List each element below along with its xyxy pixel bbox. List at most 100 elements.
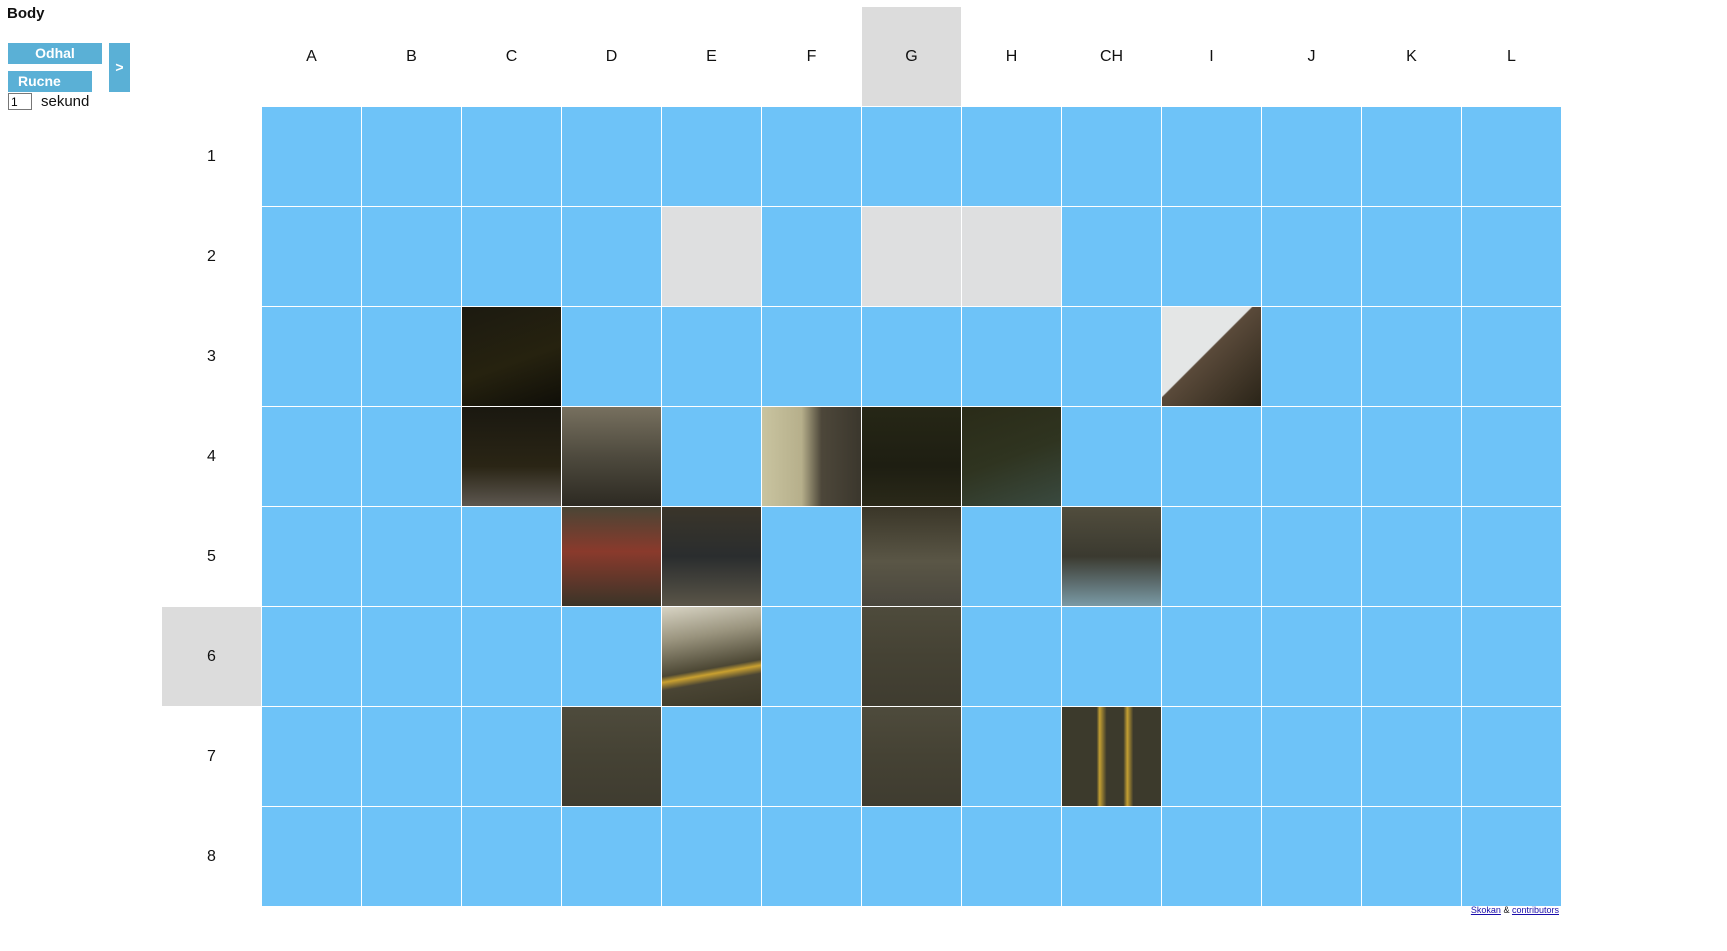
hidden-tile[interactable] — [1262, 507, 1361, 606]
credit-link-skokan[interactable]: Skokan — [1471, 905, 1501, 915]
revealed-tile[interactable] — [562, 407, 661, 506]
hidden-tile[interactable] — [762, 507, 861, 606]
hidden-tile[interactable] — [362, 107, 461, 206]
hidden-tile[interactable] — [462, 107, 561, 206]
hidden-tile[interactable] — [562, 207, 661, 306]
hidden-tile[interactable] — [262, 707, 361, 806]
revealed-tile[interactable] — [562, 507, 661, 606]
seconds-input[interactable] — [8, 93, 32, 110]
hidden-tile[interactable] — [262, 607, 361, 706]
hidden-tile[interactable] — [762, 607, 861, 706]
hidden-tile[interactable] — [962, 607, 1061, 706]
hidden-tile[interactable] — [1362, 407, 1461, 506]
hidden-tile[interactable] — [662, 807, 761, 906]
hidden-tile[interactable] — [1062, 107, 1161, 206]
hidden-tile[interactable] — [662, 107, 761, 206]
hidden-tile[interactable] — [362, 407, 461, 506]
hidden-tile[interactable] — [962, 107, 1061, 206]
hidden-tile[interactable] — [1462, 407, 1561, 506]
hidden-tile[interactable] — [1062, 307, 1161, 406]
hidden-tile[interactable] — [1062, 207, 1161, 306]
next-button[interactable]: > — [109, 43, 130, 92]
hidden-tile[interactable] — [362, 307, 461, 406]
hidden-tile[interactable] — [1462, 807, 1561, 906]
hidden-tile[interactable] — [762, 307, 861, 406]
hidden-tile[interactable] — [762, 707, 861, 806]
hidden-tile[interactable] — [1262, 607, 1361, 706]
revealed-tile[interactable] — [662, 207, 761, 306]
hidden-tile[interactable] — [1162, 207, 1261, 306]
hidden-tile[interactable] — [862, 107, 961, 206]
hidden-tile[interactable] — [562, 307, 661, 406]
hidden-tile[interactable] — [1162, 707, 1261, 806]
hidden-tile[interactable] — [1162, 607, 1261, 706]
hidden-tile[interactable] — [1462, 607, 1561, 706]
hidden-tile[interactable] — [262, 107, 361, 206]
hidden-tile[interactable] — [662, 407, 761, 506]
hidden-tile[interactable] — [1162, 807, 1261, 906]
hidden-tile[interactable] — [862, 307, 961, 406]
hidden-tile[interactable] — [1462, 307, 1561, 406]
hidden-tile[interactable] — [762, 207, 861, 306]
revealed-tile[interactable] — [662, 507, 761, 606]
revealed-tile[interactable] — [562, 707, 661, 806]
hidden-tile[interactable] — [662, 707, 761, 806]
reveal-button[interactable]: Odhal — [8, 43, 102, 64]
hidden-tile[interactable] — [962, 507, 1061, 606]
revealed-tile[interactable] — [462, 407, 561, 506]
hidden-tile[interactable] — [1162, 507, 1261, 606]
hidden-tile[interactable] — [1262, 707, 1361, 806]
manual-button[interactable]: Rucne — [8, 71, 92, 92]
hidden-tile[interactable] — [1362, 307, 1461, 406]
hidden-tile[interactable] — [1362, 807, 1461, 906]
hidden-tile[interactable] — [462, 707, 561, 806]
hidden-tile[interactable] — [962, 807, 1061, 906]
hidden-tile[interactable] — [262, 507, 361, 606]
hidden-tile[interactable] — [1262, 407, 1361, 506]
hidden-tile[interactable] — [1262, 807, 1361, 906]
revealed-tile[interactable] — [1062, 507, 1161, 606]
hidden-tile[interactable] — [1162, 407, 1261, 506]
hidden-tile[interactable] — [1462, 107, 1561, 206]
hidden-tile[interactable] — [1262, 207, 1361, 306]
hidden-tile[interactable] — [262, 407, 361, 506]
hidden-tile[interactable] — [262, 807, 361, 906]
revealed-tile[interactable] — [1062, 707, 1161, 806]
hidden-tile[interactable] — [1262, 107, 1361, 206]
revealed-tile[interactable] — [862, 507, 961, 606]
hidden-tile[interactable] — [562, 607, 661, 706]
hidden-tile[interactable] — [662, 307, 761, 406]
hidden-tile[interactable] — [1362, 107, 1461, 206]
credit-link-contributors[interactable]: contributors — [1512, 905, 1559, 915]
hidden-tile[interactable] — [1362, 607, 1461, 706]
hidden-tile[interactable] — [262, 307, 361, 406]
hidden-tile[interactable] — [1162, 107, 1261, 206]
hidden-tile[interactable] — [1262, 307, 1361, 406]
hidden-tile[interactable] — [1062, 607, 1161, 706]
hidden-tile[interactable] — [362, 207, 461, 306]
hidden-tile[interactable] — [1462, 207, 1561, 306]
revealed-tile[interactable] — [962, 407, 1061, 506]
hidden-tile[interactable] — [362, 707, 461, 806]
revealed-tile[interactable] — [462, 307, 561, 406]
revealed-tile[interactable] — [862, 707, 961, 806]
hidden-tile[interactable] — [1462, 507, 1561, 606]
revealed-tile[interactable] — [862, 407, 961, 506]
hidden-tile[interactable] — [562, 807, 661, 906]
hidden-tile[interactable] — [762, 107, 861, 206]
hidden-tile[interactable] — [362, 507, 461, 606]
hidden-tile[interactable] — [362, 807, 461, 906]
hidden-tile[interactable] — [762, 807, 861, 906]
revealed-tile[interactable] — [1162, 307, 1261, 406]
revealed-tile[interactable] — [862, 207, 961, 306]
hidden-tile[interactable] — [862, 807, 961, 906]
hidden-tile[interactable] — [462, 507, 561, 606]
hidden-tile[interactable] — [562, 107, 661, 206]
hidden-tile[interactable] — [462, 207, 561, 306]
hidden-tile[interactable] — [462, 807, 561, 906]
revealed-tile[interactable] — [662, 607, 761, 706]
hidden-tile[interactable] — [1362, 207, 1461, 306]
hidden-tile[interactable] — [362, 607, 461, 706]
hidden-tile[interactable] — [1062, 407, 1161, 506]
hidden-tile[interactable] — [962, 307, 1061, 406]
